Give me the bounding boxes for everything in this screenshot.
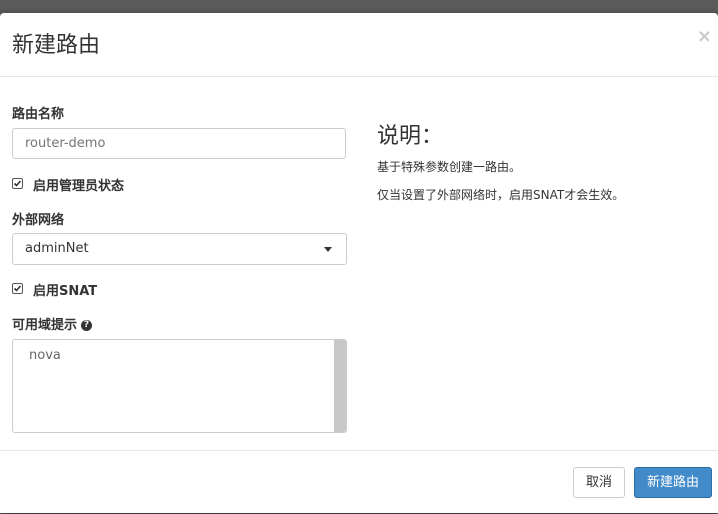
admin-state-label: 启用管理员状态 (33, 179, 125, 194)
external-network-label: 外部网络 (12, 213, 65, 228)
az-hints-label-row: 可用域提示? (12, 314, 93, 333)
description-title: 说明： (377, 124, 444, 149)
help-icon[interactable]: ? (81, 320, 93, 331)
checkbox-checked-icon[interactable] (12, 283, 23, 294)
create-router-button[interactable]: 新建路由 (634, 467, 712, 498)
close-icon[interactable]: × (697, 27, 712, 47)
description-line-2: 仅当设置了外部网络时，启用SNAT才会生效。 (377, 188, 625, 202)
az-hints-listbox[interactable]: nova (12, 339, 347, 433)
az-hints-label: 可用域提示 (12, 318, 78, 333)
dialog-title: 新建路由 (12, 33, 101, 58)
cancel-button[interactable]: 取消 (573, 467, 625, 498)
dialog-header: 新建路由 × (0, 13, 718, 77)
external-network-select[interactable]: adminNet (12, 233, 347, 265)
az-option-nova[interactable]: nova (29, 348, 61, 363)
router-name-input[interactable] (12, 128, 346, 159)
description-line-1: 基于特殊参数创建一路由。 (377, 160, 522, 174)
router-name-label: 路由名称 (12, 107, 65, 122)
create-router-dialog: 新建路由 × 路由名称 启用管理员状态 外部网络 adminNet 启用SNAT… (0, 13, 718, 513)
checkbox-checked-icon[interactable] (12, 178, 23, 189)
chevron-down-icon (324, 247, 332, 252)
external-network-value: adminNet (25, 241, 89, 256)
enable-snat-label: 启用SNAT (33, 284, 98, 299)
listbox-scrollbar[interactable] (334, 340, 346, 432)
dialog-footer: 取消 新建路由 (0, 450, 718, 514)
